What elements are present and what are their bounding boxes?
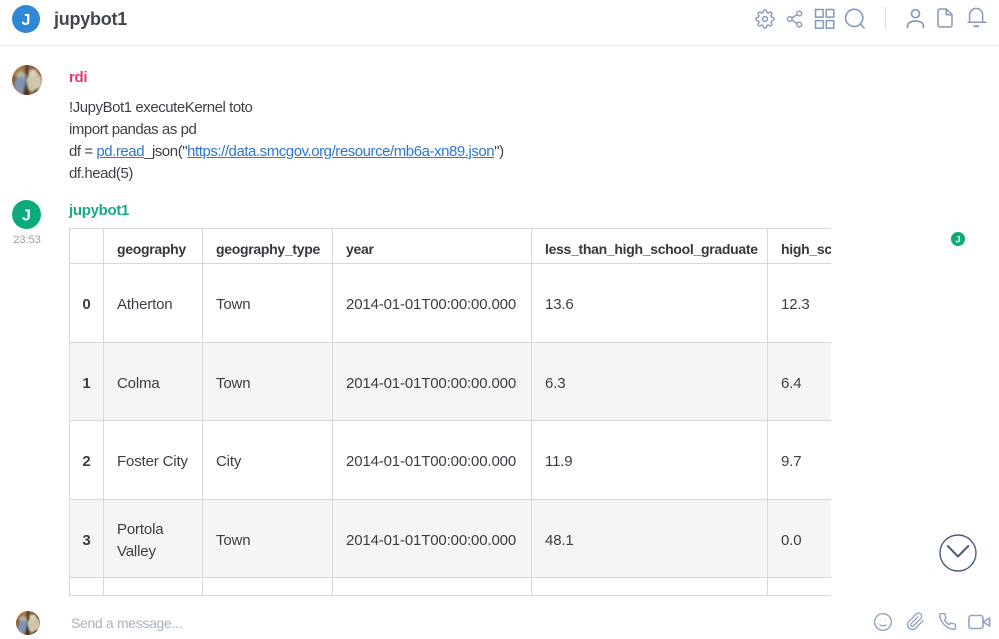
svg-text:J: J bbox=[955, 235, 960, 245]
svg-text:J: J bbox=[22, 12, 31, 29]
svg-text:J: J bbox=[22, 208, 31, 225]
